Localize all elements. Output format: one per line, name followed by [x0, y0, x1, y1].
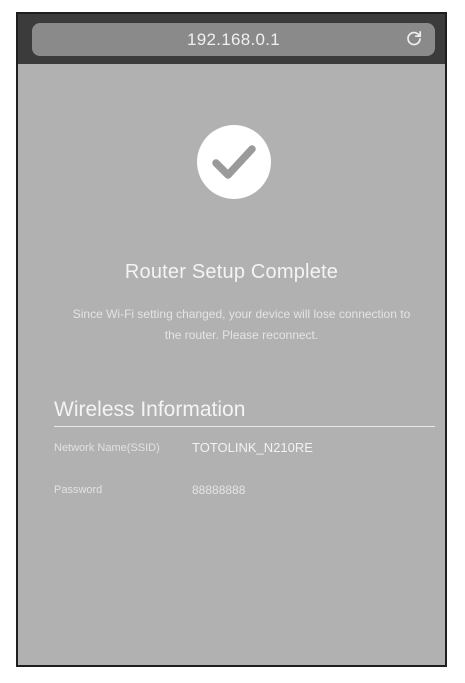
phone-screen: 192.168.0.1 Router Setup Complete Since … [16, 12, 447, 667]
password-value: 88888888 [192, 483, 246, 497]
section-divider [54, 426, 435, 427]
reload-icon[interactable] [405, 30, 423, 48]
setup-complete-page: Router Setup Complete Since Wi-Fi settin… [18, 64, 445, 665]
network-name-label: Network Name(SSID) [54, 442, 160, 454]
page-title: Router Setup Complete [124, 261, 339, 283]
network-name-value: TOTOLINK_N210RE [192, 440, 313, 455]
checkmark-circle-icon [197, 125, 271, 199]
address-text[interactable]: 192.168.0.1 [32, 23, 435, 56]
section-title: Wireless Information [54, 398, 246, 421]
address-bar[interactable]: 192.168.0.1 [32, 23, 435, 56]
browser-toolbar: 192.168.0.1 [18, 14, 445, 64]
status-message: Since Wi-Fi setting changed, your device… [72, 307, 411, 342]
password-label: Password [54, 484, 103, 496]
